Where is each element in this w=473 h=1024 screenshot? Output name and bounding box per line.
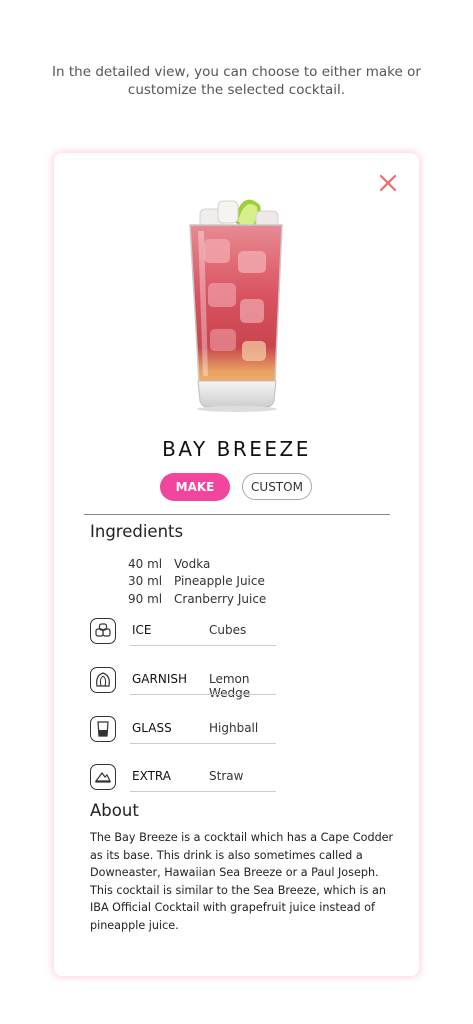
make-button[interactable]: MAKE xyxy=(160,473,230,501)
section-divider xyxy=(84,514,390,515)
cocktail-image xyxy=(182,191,292,421)
ingredient-name: Cranberry Juice xyxy=(174,592,267,606)
ingredient-item: 30 ml Pineapple Juice xyxy=(128,574,265,591)
close-button[interactable] xyxy=(378,173,398,193)
row-divider xyxy=(130,791,276,792)
property-label: ICE xyxy=(132,623,152,637)
property-row-extra: EXTRA Straw xyxy=(90,764,280,794)
garnish-icon xyxy=(90,667,116,693)
property-value: Straw xyxy=(209,769,244,783)
property-row-glass: GLASS Highball xyxy=(90,716,280,746)
ingredient-amount: 90 ml xyxy=(128,592,163,606)
about-text: The Bay Breeze is a cocktail which has a… xyxy=(90,831,394,932)
extra-icon xyxy=(90,764,116,790)
property-value: Cubes xyxy=(209,623,247,637)
custom-button[interactable]: CUSTOM xyxy=(242,473,312,500)
close-icon xyxy=(379,174,397,192)
row-divider xyxy=(130,645,276,646)
ingredient-amount: 40 ml xyxy=(128,557,163,571)
ice-icon xyxy=(90,618,116,644)
ingredient-name: Pineapple Juice xyxy=(174,574,265,588)
property-label: EXTRA xyxy=(132,769,171,783)
ingredient-item: 40 ml Vodka xyxy=(128,557,210,574)
property-row-garnish: GARNISH Lemon Wedge xyxy=(90,667,280,700)
property-value: Highball xyxy=(209,721,259,735)
ingredient-item: 90 ml Cranberry Juice xyxy=(128,592,266,609)
property-label: GARNISH xyxy=(132,672,188,686)
row-divider xyxy=(130,743,276,744)
glass-icon xyxy=(90,716,116,742)
property-row-ice: ICE Cubes xyxy=(90,618,280,648)
about-heading: About xyxy=(90,801,139,820)
property-value: Lemon Wedge xyxy=(209,672,251,700)
row-divider xyxy=(130,694,276,695)
cocktail-detail-card: BAY BREEZE MAKE CUSTOM Ingredients 40 ml… xyxy=(54,153,419,976)
ingredients-heading: Ingredients xyxy=(90,522,184,541)
ingredient-name: Vodka xyxy=(174,557,211,571)
cocktail-name: BAY BREEZE xyxy=(162,437,311,461)
ingredient-amount: 30 ml xyxy=(128,574,163,588)
instruction-caption: In the detailed view, you can choose to … xyxy=(52,64,421,98)
property-label: GLASS xyxy=(132,721,172,735)
